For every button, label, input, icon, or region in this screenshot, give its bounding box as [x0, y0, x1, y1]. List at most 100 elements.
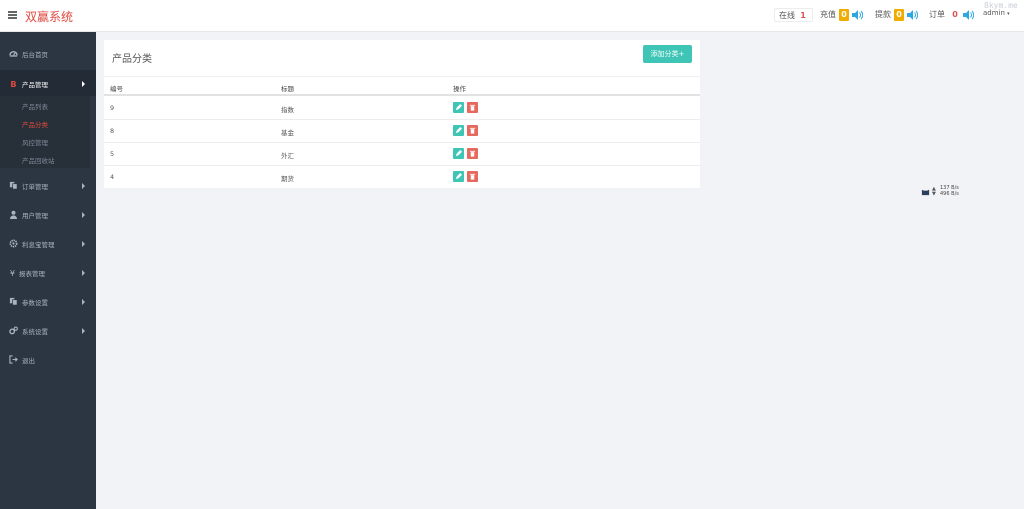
chevron-down-icon: ▾ [1007, 11, 1010, 17]
recharge-stat[interactable]: 充值 0 [820, 8, 863, 22]
dashboard-icon [9, 49, 18, 58]
cat-icon [921, 187, 930, 196]
edit-button[interactable] [453, 102, 464, 113]
row-title: 外汇 [281, 152, 294, 160]
withdraw-count: 0 [894, 9, 904, 21]
sidebar-item-label: 参数设置 [22, 299, 48, 307]
brand-title[interactable]: 双赢系统 [25, 8, 73, 25]
edit-button[interactable] [453, 148, 464, 159]
order-stat[interactable]: 订单 0 [929, 8, 974, 22]
trash-icon [469, 150, 476, 157]
column-header-id: 编号 [110, 85, 123, 93]
download-speed: 496 B/s [940, 190, 959, 197]
sidebar-item-users[interactable]: 用户管理 [0, 201, 96, 227]
caret-right-icon [82, 270, 85, 276]
edit-button[interactable] [453, 171, 464, 182]
table-row: 8 基金 [104, 120, 700, 143]
menu-toggle-icon[interactable] [8, 11, 17, 19]
sign-out-icon [9, 355, 18, 364]
row-title: 基金 [281, 129, 294, 137]
sidebar-item-label: 用户管理 [22, 212, 48, 220]
withdraw-stat[interactable]: 提款 0 [875, 8, 918, 22]
column-header-title: 标题 [281, 85, 294, 93]
trash-icon [469, 127, 476, 134]
table-row: 4 期货 [104, 166, 700, 189]
delete-button[interactable] [467, 148, 478, 159]
sidebar-item-label: 报表管理 [19, 270, 45, 278]
caret-right-icon [82, 81, 85, 87]
column-header-actions: 操作 [453, 85, 466, 93]
online-count: 1 [800, 11, 806, 20]
products-submenu: 产品列表 产品分类 风控管理 产品回收站 [0, 96, 90, 168]
edit-button[interactable] [453, 125, 464, 136]
sidebar-item-logout[interactable]: 退出 [0, 346, 96, 372]
user-name: admin [983, 9, 1005, 17]
order-count: 0 [952, 10, 958, 19]
sidebar-item-label: 订单管理 [22, 183, 48, 191]
online-stat: 在线 1 [774, 8, 813, 22]
cogs-icon [9, 326, 18, 335]
trash-icon [469, 104, 476, 111]
sidebar-item-label: 系统设置 [22, 328, 48, 336]
caret-right-icon [82, 299, 85, 305]
copy-icon [9, 297, 18, 306]
pencil-icon [455, 150, 462, 157]
row-id: 9 [110, 104, 115, 112]
sidebar: 后台首页 B 产品管理 产品列表 产品分类 风控管理 产品回收站 订单管理 用户… [0, 32, 96, 509]
pencil-icon [455, 104, 462, 111]
add-category-button[interactable]: 添加分类+ [643, 45, 692, 63]
caret-right-icon [82, 328, 85, 334]
page-title: 产品分类 [112, 54, 152, 65]
recharge-label: 充值 [820, 10, 836, 19]
sidebar-item-products[interactable]: B 产品管理 [0, 70, 96, 96]
order-label: 订单 [929, 10, 945, 19]
sidebar-item-label: 产品管理 [22, 81, 48, 89]
sidebar-item-label: 退出 [22, 357, 35, 365]
speed-values: 137 B/s 496 B/s [940, 185, 959, 197]
submenu-item-product-recycle[interactable]: 产品回收站 [22, 155, 55, 165]
cog-icon [9, 239, 18, 248]
row-title: 指数 [281, 106, 294, 114]
sidebar-item-label: 利息宝管理 [22, 241, 55, 249]
yen-icon: ¥ [9, 268, 18, 277]
pencil-icon [455, 127, 462, 134]
submenu-item-product-list[interactable]: 产品列表 [22, 101, 48, 111]
svg-text:¥: ¥ [10, 268, 15, 277]
bitcoin-icon: B [9, 79, 18, 88]
table-row: 5 外汇 [104, 143, 700, 166]
table-row: 9 指数 [104, 97, 700, 120]
user-menu[interactable]: admin ▾ [983, 9, 1010, 17]
withdraw-label: 提款 [875, 10, 891, 19]
delete-button[interactable] [467, 125, 478, 136]
sidebar-item-params[interactable]: 参数设置 [0, 288, 96, 314]
network-speed-widget[interactable]: ▲ ▼ 137 B/s 496 B/s [920, 185, 966, 198]
up-down-arrow-icon: ▲ ▼ [932, 186, 936, 197]
sidebar-item-system[interactable]: 系统设置 [0, 317, 96, 343]
caret-right-icon [82, 241, 85, 247]
sidebar-item-reports[interactable]: ¥ 报表管理 [0, 259, 96, 285]
row-id: 4 [110, 173, 115, 181]
recharge-count: 0 [839, 9, 849, 21]
delete-button[interactable] [467, 102, 478, 113]
table-header: 编号 标题 操作 [104, 76, 700, 96]
delete-button[interactable] [467, 171, 478, 182]
svg-text:B: B [10, 79, 16, 88]
user-icon [9, 210, 18, 219]
category-panel: 产品分类 添加分类+ 编号 标题 操作 9 指数 8 基金 5 外汇 4 期货 [104, 40, 700, 188]
sidebar-item-interest[interactable]: 利息宝管理 [0, 230, 96, 256]
online-label: 在线 [779, 11, 795, 20]
top-header: 双赢系统 在线 1 充值 0 提款 0 订单 0 8kym.me admin ▾ [0, 0, 1024, 32]
withdraw-speaker-icon[interactable] [907, 9, 918, 20]
sidebar-item-label: 后台首页 [22, 51, 48, 59]
order-speaker-icon[interactable] [963, 9, 974, 20]
sidebar-item-orders[interactable]: 订单管理 [0, 172, 96, 198]
row-id: 8 [110, 127, 115, 135]
pencil-icon [455, 173, 462, 180]
sidebar-item-dashboard[interactable]: 后台首页 [0, 40, 96, 66]
caret-right-icon [82, 183, 85, 189]
submenu-item-risk-control[interactable]: 风控管理 [22, 137, 48, 147]
trash-icon [469, 173, 476, 180]
row-title: 期货 [281, 175, 294, 183]
submenu-item-product-category[interactable]: 产品分类 [22, 119, 48, 129]
recharge-speaker-icon[interactable] [852, 9, 863, 20]
